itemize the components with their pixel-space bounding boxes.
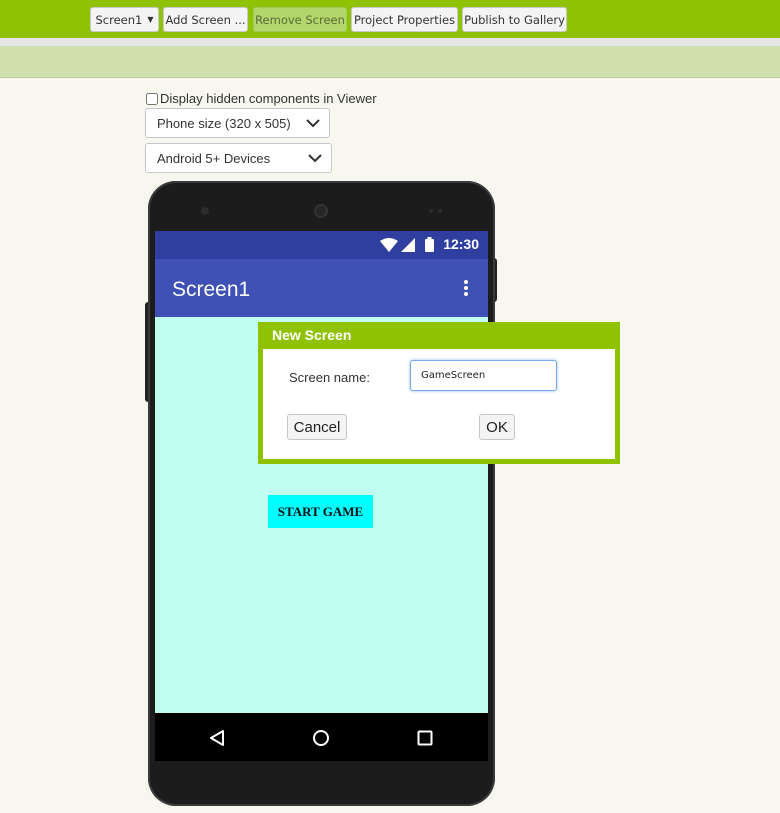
screen-select-dropdown[interactable]: Screen1 ▼ xyxy=(90,7,159,32)
toolbar-divider xyxy=(0,38,780,46)
remove-screen-button[interactable]: Remove Screen xyxy=(253,7,347,32)
cancel-button[interactable]: Cancel xyxy=(287,414,347,440)
status-clock: 12:30 xyxy=(443,236,479,252)
dialog-title: New Screen xyxy=(272,327,352,343)
home-icon[interactable] xyxy=(312,729,330,747)
screen-title: Screen1 xyxy=(172,278,251,301)
viewer-header-bar xyxy=(0,46,780,78)
android-nav-bar xyxy=(155,713,488,761)
ok-button[interactable]: OK xyxy=(479,414,515,440)
recents-icon[interactable] xyxy=(417,730,433,746)
speaker-icon xyxy=(314,204,328,218)
status-bar: 12:30 xyxy=(155,231,488,259)
display-hidden-checkbox[interactable] xyxy=(146,92,158,105)
caret-down-icon: ▼ xyxy=(147,15,154,24)
dialog-body: Screen name: Cancel OK xyxy=(263,349,615,459)
add-screen-button[interactable]: Add Screen ... xyxy=(163,7,248,32)
screen-name-input[interactable] xyxy=(410,360,557,391)
designer-toolbar: Screen1 ▼ Add Screen ... Remove Screen P… xyxy=(0,0,780,38)
signal-icon xyxy=(401,238,415,252)
battery-icon xyxy=(425,237,434,252)
display-hidden-label: Display hidden components in Viewer xyxy=(160,91,377,106)
new-screen-dialog: New Screen Screen name: Cancel OK xyxy=(258,322,620,464)
phone-screen: 12:30 Screen1 START GAME xyxy=(155,231,488,713)
device-type-value: Android 5+ Devices xyxy=(157,150,271,166)
chevron-down-icon xyxy=(306,119,320,128)
camera-icon xyxy=(201,207,209,215)
sensor-icon xyxy=(429,209,433,213)
phone-size-value: Phone size (320 x 505) xyxy=(157,115,291,131)
back-icon[interactable] xyxy=(209,729,225,747)
screen-name-label: Screen name: xyxy=(289,370,370,385)
start-game-button[interactable]: START GAME xyxy=(268,495,373,528)
display-hidden-components-option[interactable]: Display hidden components in Viewer xyxy=(146,91,377,106)
screen-select-label: Screen1 xyxy=(95,12,143,27)
device-type-select[interactable]: Android 5+ Devices xyxy=(145,143,332,173)
phone-size-select[interactable]: Phone size (320 x 505) xyxy=(145,108,330,138)
overflow-menu-icon xyxy=(464,280,468,296)
publish-to-gallery-button[interactable]: Publish to Gallery xyxy=(462,7,567,32)
sensor-icon xyxy=(438,209,442,213)
wifi-icon xyxy=(380,238,398,252)
project-properties-button[interactable]: Project Properties xyxy=(351,7,458,32)
chevron-down-icon xyxy=(308,154,322,163)
